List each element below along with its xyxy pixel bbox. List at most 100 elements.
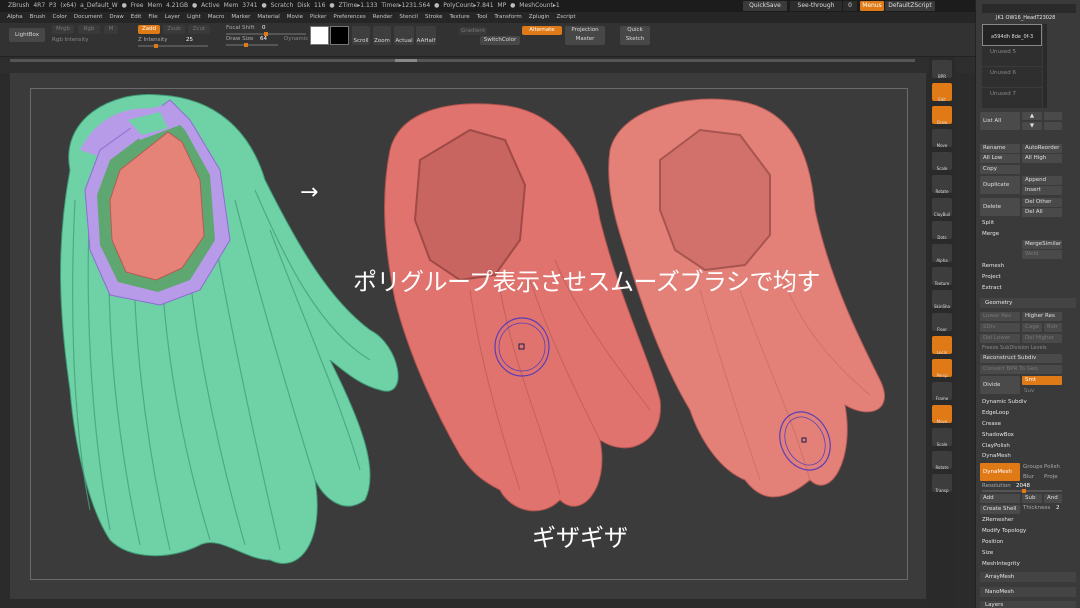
weld-button[interactable]: Weld xyxy=(1022,250,1062,259)
divide-button[interactable]: Divide xyxy=(980,376,1020,394)
del-higher-button[interactable]: Del Higher xyxy=(1022,334,1062,343)
size-menu[interactable]: Size xyxy=(982,550,993,556)
shelf-frame-button[interactable]: Frame xyxy=(932,382,952,401)
layers-header[interactable]: Layers xyxy=(980,601,1076,608)
smt-toggle[interactable]: Smt xyxy=(1022,376,1062,385)
shelf-label: Edit xyxy=(938,97,946,102)
sub-button[interactable]: Sub xyxy=(1022,494,1042,503)
shelf-label: Alpha xyxy=(936,258,948,263)
create-shell-button[interactable]: Create Shell xyxy=(980,505,1020,514)
project-menu[interactable]: Project xyxy=(982,274,1001,280)
shelf-edit-button[interactable]: Edit xyxy=(932,83,952,102)
and-button[interactable]: And xyxy=(1044,494,1062,503)
shelf-rotate-button[interactable]: Rotate xyxy=(932,175,952,194)
autoreorder-button[interactable]: AutoReorder xyxy=(1022,144,1062,153)
rename-button[interactable]: Rename xyxy=(980,144,1020,153)
shelf-dots-button[interactable]: Dots xyxy=(932,221,952,240)
shelf-claybuil-button[interactable]: ClayBuil xyxy=(932,198,952,217)
dynamic-subdiv-menu[interactable]: Dynamic Subdiv xyxy=(982,399,1027,405)
thickness-value: 2 xyxy=(1056,505,1060,511)
higher-res-button[interactable]: Higher Res xyxy=(1022,312,1062,321)
move-down-button[interactable]: ▼ xyxy=(1022,122,1042,130)
duplicate-button[interactable]: Duplicate xyxy=(980,176,1020,194)
dynamesh-button[interactable]: DynaMesh xyxy=(980,463,1020,481)
shelf-label: BPR xyxy=(938,74,946,79)
shelf-floor-button[interactable]: Floor xyxy=(932,313,952,332)
all-low-button[interactable]: All Low xyxy=(980,154,1020,163)
insert-button[interactable]: Insert xyxy=(1022,186,1062,195)
split-menu[interactable]: Split xyxy=(982,220,994,226)
layers-title: Layers xyxy=(985,602,1004,608)
meshintegrity-menu[interactable]: MeshIntegrity xyxy=(982,561,1020,567)
shelf-bpr-button[interactable]: BPR xyxy=(932,60,952,79)
transp-button[interactable] xyxy=(1044,122,1062,130)
shelf-scale-button[interactable]: Scale xyxy=(932,152,952,171)
all-high-button[interactable]: All High xyxy=(1022,154,1062,163)
subtool-slot-6[interactable]: Unused 6 xyxy=(982,67,1042,87)
subtool-scrollbar[interactable] xyxy=(1043,24,1047,108)
position-menu[interactable]: Position xyxy=(982,539,1003,545)
del-all-button[interactable]: Del All xyxy=(1022,208,1062,217)
dynamesh-menu[interactable]: DynaMesh xyxy=(982,453,1011,459)
shelf-alpha-button[interactable]: Alpha xyxy=(932,244,952,263)
geometry-header[interactable]: Geometry xyxy=(980,298,1076,308)
groups-toggle[interactable]: Groups xyxy=(1023,464,1043,470)
rstr-button[interactable]: Rstr xyxy=(1044,323,1062,332)
shelf-draw-button[interactable]: Draw xyxy=(932,106,952,125)
shelf-scale-button[interactable]: Scale xyxy=(932,428,952,447)
modify-topology-menu[interactable]: Modify Topology xyxy=(982,528,1026,534)
claypolish-menu[interactable]: ClayPolish xyxy=(982,443,1010,449)
cage-button[interactable]: Cage xyxy=(1022,323,1042,332)
append-button[interactable]: Append xyxy=(1022,176,1062,185)
shadowbox-menu[interactable]: ShadowBox xyxy=(982,432,1014,438)
solo-button[interactable] xyxy=(1044,112,1062,120)
subtool-selected[interactable]: a594dh 8de_0f-3 xyxy=(982,24,1042,46)
arraymesh-header[interactable]: ArrayMesh xyxy=(980,572,1076,582)
merge-similar-button[interactable]: MergeSimilar xyxy=(1022,240,1062,249)
delete-button[interactable]: Delete xyxy=(980,198,1020,216)
move-up-button[interactable]: ▲ xyxy=(1022,112,1042,120)
shelf-transp-button[interactable]: Transp xyxy=(932,474,952,493)
del-lower-button[interactable]: Del Lower xyxy=(980,334,1020,343)
subtool-slot-5[interactable]: Unused 5 xyxy=(982,46,1042,66)
resolution-label: Resolution xyxy=(982,483,1011,489)
crease-menu[interactable]: Crease xyxy=(982,421,1001,427)
shelf-label: Draw xyxy=(936,120,948,125)
shelf-move-button[interactable]: Move xyxy=(932,405,952,424)
add-button[interactable]: Add xyxy=(980,494,1020,503)
polish-toggle[interactable]: Polish xyxy=(1044,464,1060,470)
shelf-label: Texture xyxy=(934,281,950,286)
project-toggle[interactable]: Proje xyxy=(1044,474,1058,480)
shelf-persp-button[interactable]: Persp xyxy=(932,359,952,378)
sdiv-slider[interactable]: SDiv xyxy=(980,323,1020,332)
reconstruct-subdiv-button[interactable]: Reconstruct Subdiv xyxy=(980,354,1062,363)
convert-bpr-button[interactable]: Convert BPR To Geo xyxy=(980,365,1062,374)
resolution-slider[interactable] xyxy=(982,489,1062,493)
suv-toggle[interactable]: Suv xyxy=(1024,388,1034,394)
arrow-down-icon: ▼ xyxy=(1029,123,1035,129)
shelf-rotate-button[interactable]: Rotate xyxy=(932,451,952,470)
shelf-skinsha-button[interactable]: SkinSha xyxy=(932,290,952,309)
shelf-local-button[interactable]: Local xyxy=(932,336,952,355)
del-other-button[interactable]: Del Other xyxy=(1022,198,1062,207)
edgeloop-menu[interactable]: EdgeLoop xyxy=(982,410,1009,416)
copy-button[interactable]: Copy xyxy=(980,165,1020,174)
extract-menu[interactable]: Extract xyxy=(982,285,1002,291)
shelf-label: Scale xyxy=(936,166,948,171)
nanomesh-header[interactable]: NanoMesh xyxy=(980,587,1076,597)
shelf-texture-button[interactable]: Texture xyxy=(932,267,952,286)
shelf-label: Move xyxy=(936,419,948,424)
zremesher-menu[interactable]: ZRemesher xyxy=(982,517,1013,523)
list-all-button[interactable]: List All xyxy=(980,112,1020,130)
subtool-slot-6-label: Unused 6 xyxy=(990,70,1016,76)
freeze-subdiv-button[interactable]: Freeze SubDivision Levels xyxy=(982,345,1047,351)
blur-slider[interactable]: Blur xyxy=(1023,474,1034,480)
caption-jagged: ギザギザ xyxy=(532,524,628,552)
merge-menu[interactable]: Merge xyxy=(982,231,999,237)
hair-models xyxy=(60,93,886,564)
lower-res-button[interactable]: Lower Res xyxy=(980,312,1020,321)
shelf-move-button[interactable]: Move xyxy=(932,129,952,148)
subtool-slot-7[interactable]: Unused 7 xyxy=(982,88,1042,108)
remesh-menu[interactable]: Remesh xyxy=(982,263,1004,269)
shelf-label: Persp xyxy=(936,373,948,378)
